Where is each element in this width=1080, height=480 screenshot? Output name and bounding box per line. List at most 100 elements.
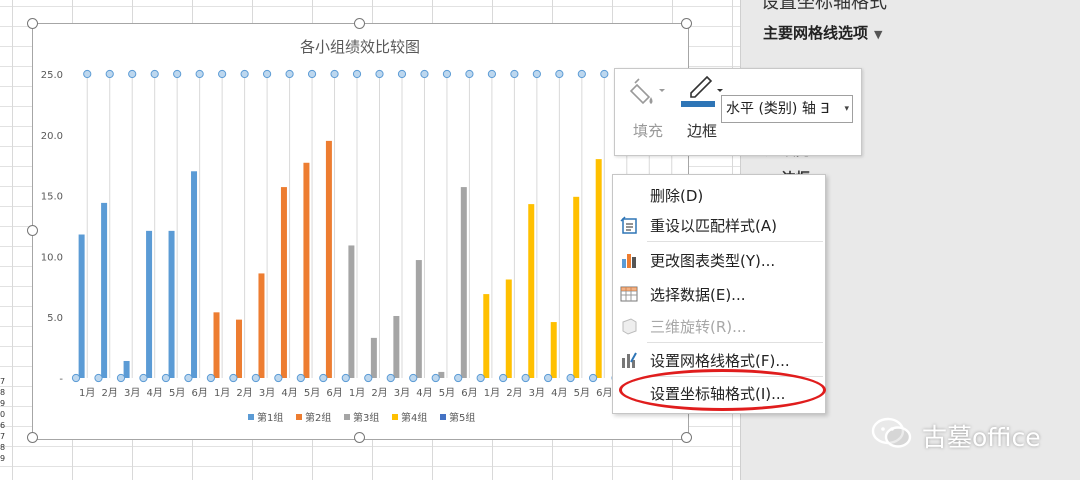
bar-2-2[interactable] [393,315,400,378]
gridline-selection-marker[interactable] [409,373,418,383]
bar-chart[interactable]: 各小组绩效比较图 - 5.0 10.0 15.0 20.0 25.0 1月 2月 3月 4月 5月 6月… [33,24,688,439]
border-button[interactable]: 边框 [677,75,727,151]
row-header[interactable]: 7 [0,376,12,387]
bar-0-1[interactable] [101,202,108,378]
gridline-selection-marker[interactable] [442,69,452,79]
gridline-selection-marker[interactable] [139,373,148,383]
bar-0-5[interactable] [191,171,198,378]
bar-3-4[interactable] [573,196,580,378]
gridline-selection-marker[interactable] [251,373,260,383]
pane-section-title[interactable]: 主要网格线选项 ▼ [763,22,882,43]
bar-0-2[interactable] [123,360,130,378]
gridline-selection-marker[interactable] [71,373,81,383]
dropdown-arrow-icon[interactable]: ▾ [844,96,849,122]
row-header[interactable]: 7 [0,431,12,442]
gridline-selection-marker[interactable] [566,373,575,383]
gridline-selection-marker[interactable] [487,69,497,79]
context-menu-item-select-data[interactable]: 选择数据(E)... [613,279,825,309]
paint-bucket-icon [629,78,665,105]
context-menu-item-reset-style[interactable]: 重设以匹配样式(A) [613,210,825,240]
gridline-selection-marker[interactable] [229,373,238,383]
fill-button[interactable]: 填充 [623,75,673,151]
bar-1-1[interactable] [235,319,242,378]
bar-3-0[interactable] [483,294,490,378]
resize-handle-bottom-center[interactable] [354,432,365,443]
gridline-selection-marker[interactable] [296,373,305,383]
bar-0-0[interactable] [78,234,85,378]
gridline-selection-marker[interactable] [240,69,249,79]
gridline-selection-marker[interactable] [116,373,126,383]
gridline-selection-marker[interactable] [532,69,541,79]
row-header[interactable]: 0 [0,409,12,420]
resize-handle-bottom-left[interactable] [27,432,38,443]
gridline-selection-marker[interactable] [285,69,294,79]
gridline-selection-marker[interactable] [420,69,429,79]
gridline-selection-marker[interactable] [476,373,485,383]
context-menu-item-chart-type[interactable]: 更改图表类型(Y)... [613,245,825,275]
dropdown-arrow-icon[interactable]: ▼ [874,28,882,41]
bar-2-5[interactable] [460,187,467,378]
gridline-selection-marker[interactable] [206,373,215,383]
gridline-selection-marker[interactable] [105,69,114,79]
gridline-selection-marker[interactable] [161,373,171,383]
gridline-selection-marker[interactable] [577,69,586,79]
gridline-selection-marker[interactable] [150,69,159,79]
row-header[interactable]: 8 [0,442,12,453]
row-header[interactable]: 6 [0,420,12,431]
gridline-selection-marker[interactable] [555,69,564,79]
gridline-selection-marker[interactable] [341,373,350,383]
gridline-selection-marker[interactable] [510,69,519,79]
gridline-selection-marker[interactable] [128,69,137,79]
bar-3-5[interactable] [595,159,602,378]
gridline-selection-marker[interactable] [83,69,92,79]
bar-2-1[interactable] [370,337,377,378]
gridline-selection-marker[interactable] [431,373,440,383]
resize-handle-top-center[interactable] [354,18,365,29]
resize-handle-middle-left[interactable] [27,225,38,236]
gridline-selection-marker[interactable] [364,373,373,383]
bar-1-3[interactable] [280,187,287,378]
gridline-selection-marker[interactable] [386,373,395,383]
chart-element-select[interactable]: 水平 (类别) 轴 ∃ ▾ [721,95,853,123]
row-header[interactable]: 8 [0,387,12,398]
gridline-selection-marker[interactable] [544,373,553,383]
gridline-selection-marker[interactable] [352,69,362,79]
row-header[interactable]: 9 [0,398,12,409]
gridline-selection-marker[interactable] [499,373,508,383]
gridline-selection-marker[interactable] [94,373,103,383]
bar-1-0[interactable] [213,312,220,378]
gridline-selection-marker[interactable] [330,69,339,79]
gridline-selection-marker[interactable] [375,69,384,79]
gridline-selection-marker[interactable] [195,69,204,79]
gridline-selection-marker[interactable] [454,373,463,383]
gridline-selection-marker[interactable] [307,69,317,79]
gridline-selection-marker[interactable] [397,69,407,79]
gridline-selection-marker[interactable] [319,373,328,383]
chart-area[interactable]: 各小组绩效比较图 - 5.0 10.0 15.0 20.0 25.0 1月 2月 3月 4月 5月 6月… [32,23,689,440]
gridline-selection-marker[interactable] [218,69,227,79]
bar-1-5[interactable] [325,140,332,378]
resize-handle-top-left[interactable] [27,18,38,29]
resize-handle-top-right[interactable] [681,18,692,29]
gridline-selection-marker[interactable] [262,69,272,79]
bar-0-4[interactable] [168,230,175,378]
menu-separator [647,241,823,242]
gridline-selection-marker[interactable] [588,373,598,383]
gridline-selection-marker[interactable] [465,69,474,79]
bar-2-0[interactable] [348,245,355,378]
bar-0-3[interactable] [146,230,153,378]
bar-3-3[interactable] [550,322,557,378]
bar-3-1[interactable] [505,279,512,378]
bar-1-2[interactable] [258,273,265,378]
bar-1-4[interactable] [303,162,310,378]
gridline-selection-marker[interactable] [600,69,609,79]
gridline-selection-marker[interactable] [184,373,193,383]
row-header[interactable]: 9 [0,453,12,464]
context-menu-item-delete[interactable]: 删除(D) [613,180,825,210]
resize-handle-bottom-right[interactable] [681,432,692,443]
gridline-selection-marker[interactable] [274,373,283,383]
bar-2-3[interactable] [415,260,422,378]
bar-3-2[interactable] [528,204,535,378]
gridline-selection-marker[interactable] [173,69,182,79]
gridline-selection-marker[interactable] [521,373,530,383]
